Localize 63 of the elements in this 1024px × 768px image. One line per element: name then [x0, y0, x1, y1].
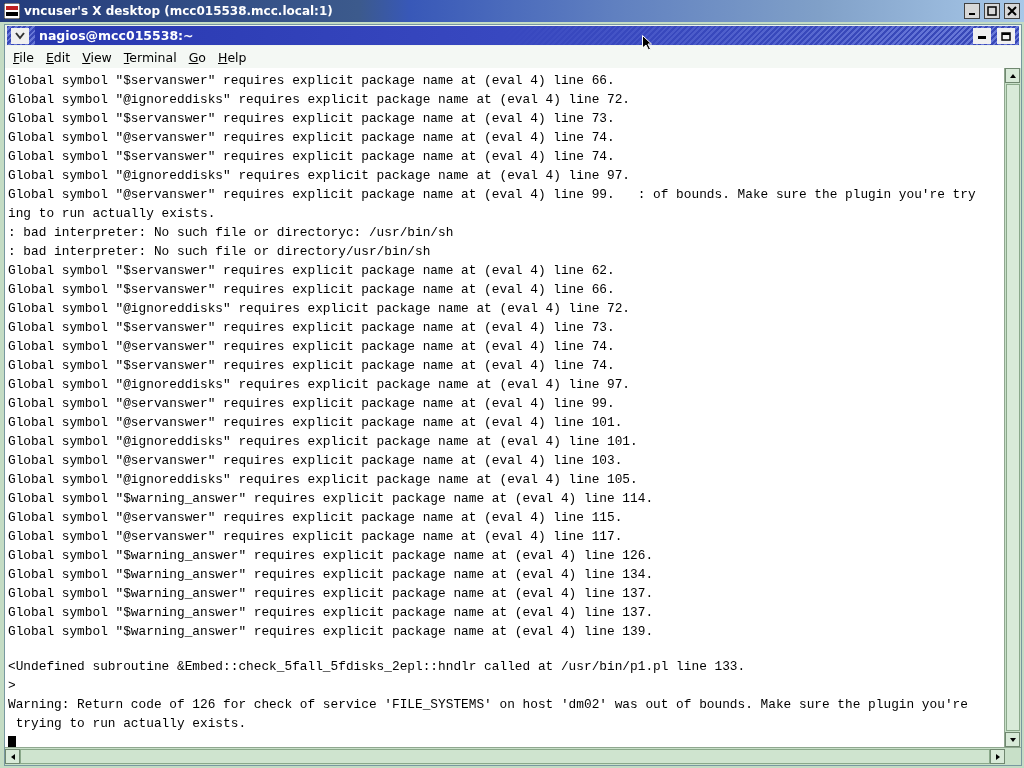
terminal-line: Global symbol "@ignoreddisks" requires explicit package name at (eval 4) line 72. — [8, 91, 632, 109]
terminal-line: Global symbol "$servanswer" requires explicit package name at (eval 4) line 74. — [8, 148, 616, 166]
terminal-line: Global symbol "$warning_answer" requires explicit package name at (eval 4) line 126. — [8, 547, 655, 565]
terminal-line: Global symbol "@ignoreddisks" requires explicit package name at (eval 4) line 97. — [8, 167, 632, 185]
terminal-line: Warning: Return code of 126 for check of service 'FILE_SYSTEMS' on host 'dm02' was out of bounds. Make sure the plugin you're — [8, 695, 969, 714]
menu-item[interactable]: Terminal — [119, 47, 185, 67]
triangle-right-icon — [993, 752, 1002, 761]
terminal-line: Global symbol "$servanswer" requires explicit package name at (eval 4) line 74. — [8, 357, 616, 375]
menu-item[interactable]: Edit — [41, 47, 79, 67]
close-button[interactable] — [1004, 3, 1020, 19]
terminal-line: Global symbol "$servanswer" requires explicit package name at (eval 4) line 73. — [8, 110, 616, 128]
scrollbar-thumb[interactable] — [1006, 84, 1020, 731]
horizontal-scrollbar[interactable] — [5, 747, 1021, 765]
terminal-line: Global symbol "$warning_answer" requires explicit package name at (eval 4) line 137. — [8, 604, 655, 622]
menu-item[interactable]: Go — [184, 47, 214, 67]
close-icon — [1007, 6, 1017, 16]
terminal-line: Global symbol "@servanswer" requires explicit package name at (eval 4) line 74. — [8, 338, 616, 356]
maximize-button[interactable] — [984, 3, 1000, 19]
terminal-line: Global symbol "$servanswer" requires explicit package name at (eval 4) line 62. — [8, 262, 616, 280]
menu-item[interactable]: File — [9, 47, 42, 67]
terminal-line: Global symbol "@servanswer" requires explicit package name at (eval 4) line 103. — [8, 452, 624, 470]
scroll-left-button[interactable] — [5, 749, 20, 764]
maximize-icon — [987, 6, 997, 16]
terminal-line: Global symbol "@ignoreddisks" requires explicit package name at (eval 4) line 72. — [8, 300, 632, 318]
window-title: vncuser's X desktop (mcc015538.mcc.local:1) — [24, 4, 334, 18]
terminal-line: Global symbol "$warning_answer" requires explicit package name at (eval 4) line 139. — [8, 623, 655, 641]
vertical-scrollbar[interactable] — [1004, 68, 1021, 747]
scroll-down-button[interactable] — [1005, 732, 1020, 747]
terminal-line: Global symbol "@servanswer" requires explicit package name at (eval 4) line 115. — [8, 509, 624, 527]
terminal-line: > — [8, 676, 17, 695]
terminal-line: : bad interpreter: No such file or directoryc: /usr/bin/sh — [8, 224, 455, 242]
menu-item[interactable]: View — [78, 47, 120, 67]
terminal-line: Global symbol "$servanswer" requires explicit package name at (eval 4) line 73. — [8, 319, 616, 337]
terminal-line: <Undefined subroutine &Embed::check_5fall_5fdisks_2epl::hndlr called at /usr/bin/p1.pl line 133. — [8, 657, 747, 676]
terminal-line: Global symbol "@ignoreddisks" requires explicit package name at (eval 4) line 101. — [8, 433, 639, 451]
terminal-line: Global symbol "$warning_answer" requires explicit package name at (eval 4) line 114. — [8, 490, 655, 508]
terminal-line: Global symbol "$servanswer" requires explicit package name at (eval 4) line 66. — [8, 281, 616, 299]
triangle-down-icon — [1008, 735, 1017, 744]
chevron-down-icon — [15, 31, 25, 40]
terminal-line: Global symbol "@servanswer" requires explicit package name at (eval 4) line 101. — [8, 414, 624, 432]
terminal-line: Global symbol "@ignoreddisks" requires explicit package name at (eval 4) line 105. — [8, 471, 639, 489]
terminal-line: Global symbol "@servanswer" requires explicit package name at (eval 4) line 74. — [8, 129, 616, 147]
terminal-line: ing to run actually exists. — [8, 205, 217, 223]
scrollbar-thumb[interactable] — [20, 749, 990, 764]
app-logo-icon — [4, 3, 20, 19]
minimize-button[interactable] — [964, 3, 980, 19]
menu-item[interactable]: Help — [214, 47, 255, 67]
terminal-title: nagios@mcc015538:~ — [38, 28, 194, 43]
terminal-line: trying to run actually exists. — [14, 714, 248, 733]
terminal-line: : bad interpreter: No such file or directory/usr/bin/sh — [8, 243, 432, 261]
terminal-line: Global symbol "$warning_answer" requires explicit package name at (eval 4) line 137. — [8, 585, 655, 603]
terminal-line: Global symbol "$servanswer" requires explicit package name at (eval 4) line 66. — [8, 72, 616, 90]
terminal-line: Global symbol "@servanswer" requires explicit package name at (eval 4) line 99. : of bounds. Make sure the plugin you're try — [8, 186, 977, 204]
window-menu-button[interactable] — [11, 27, 29, 44]
restore-icon — [1001, 30, 1011, 41]
restore-button[interactable] — [997, 27, 1015, 44]
terminal-line: Global symbol "@servanswer" requires explicit package name at (eval 4) line 99. — [8, 395, 616, 413]
terminal-line: Global symbol "$warning_answer" requires explicit package name at (eval 4) line 134. — [8, 566, 655, 584]
scroll-up-button[interactable] — [1005, 68, 1020, 83]
terminal-line: Global symbol "@ignoreddisks" requires explicit package name at (eval 4) line 97. — [8, 376, 632, 394]
minimize-button[interactable] — [973, 27, 991, 44]
terminal-line: Global symbol "@servanswer" requires explicit package name at (eval 4) line 117. — [8, 528, 624, 546]
scroll-right-button[interactable] — [990, 749, 1005, 764]
